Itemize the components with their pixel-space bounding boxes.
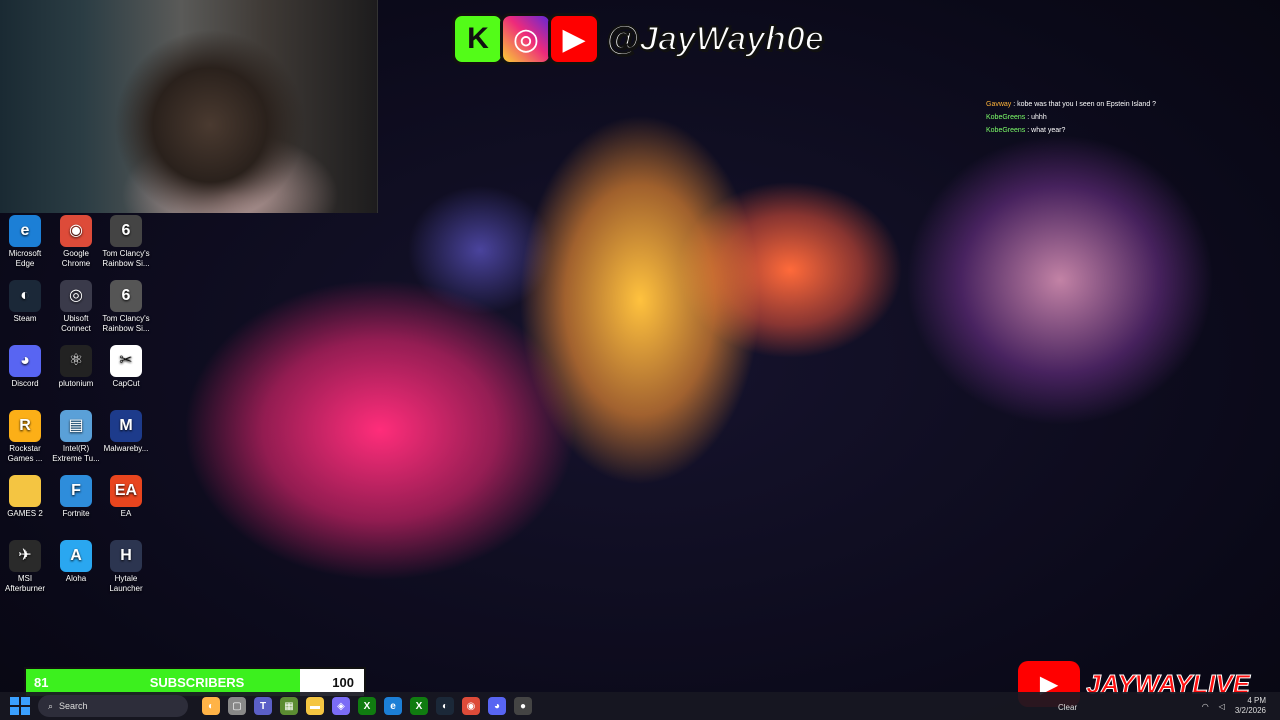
chat-username: KobeGreens	[986, 127, 1026, 134]
desktop-icon-label: Microsoft Edge	[8, 249, 42, 268]
volume-icon[interactable]: ◁	[1219, 702, 1225, 711]
webcam-overlay	[0, 0, 378, 213]
discord-icon: ◕	[9, 345, 41, 377]
copilot-icon[interactable]: ◈	[332, 697, 350, 715]
desktop-icon-label: Ubisoft Connect	[61, 314, 91, 333]
desktop-icon[interactable]: ✂ CapCut	[101, 345, 151, 389]
desktop-icon[interactable]: ◎ Ubisoft Connect	[51, 280, 101, 334]
desktop-icon[interactable]: H Hytale Launcher	[101, 540, 151, 594]
desktop-icon-label: Malwareby...	[103, 444, 149, 453]
desktop-icon-label: Tom Clancy's Rainbow Si...	[102, 314, 150, 333]
widgets-icon[interactable]: ◐	[202, 697, 220, 715]
instagram-logo-icon: ◎	[500, 13, 552, 65]
plutonium-icon: ⚛	[60, 345, 92, 377]
xbox-icon[interactable]: X	[410, 697, 428, 715]
rainbow-six-icon: 6	[110, 215, 142, 247]
chat-overlay: Gavway : kobe was that you I seen on Eps…	[986, 98, 1226, 137]
desktop-icon-label: CapCut	[112, 379, 140, 388]
folder-icon	[9, 475, 41, 507]
chat-username: Gavway	[986, 101, 1012, 108]
desktop-icon-label: plutonium	[58, 379, 94, 388]
ubisoft-icon: ◎	[60, 280, 92, 312]
chat-text: : kobe was that you I seen on Epstein Is…	[1011, 101, 1157, 108]
desktop-icon[interactable]: EA EA	[101, 475, 151, 519]
desktop-icon-label: Aloha	[65, 574, 87, 583]
intel-xtu-icon: ▤	[60, 410, 92, 442]
ea-icon: EA	[110, 475, 142, 507]
system-tray: ◠ ◁ 4 PM 3/2/2026	[1202, 696, 1266, 716]
desktop-icon[interactable]: ✈ MSI Afterburner	[0, 540, 50, 594]
task-view-icon[interactable]: ▢	[228, 697, 246, 715]
file-explorer-icon[interactable]: ▬	[306, 697, 324, 715]
desktop-icon-label: EA	[120, 509, 132, 518]
desktop-icon[interactable]: ⚛ plutonium	[51, 345, 101, 389]
desktop-icon[interactable]: GAMES 2	[0, 475, 50, 519]
desktop-icon[interactable]: M Malwareby...	[101, 410, 151, 454]
search-icon: ⌕	[48, 700, 54, 711]
malwarebytes-icon: M	[110, 410, 142, 442]
kick-logo-icon: K	[452, 13, 504, 65]
desktop-icon-label: MSI Afterburner	[4, 574, 46, 593]
rockstar-icon: R	[9, 410, 41, 442]
desktop-icon[interactable]: ▤ Intel(R) Extreme Tu...	[51, 410, 101, 464]
edge-icon[interactable]: e	[384, 697, 402, 715]
desktop-icon[interactable]: 6 Tom Clancy's Rainbow Si...	[101, 280, 151, 334]
chat-message: Gavway : kobe was that you I seen on Eps…	[986, 98, 1226, 111]
rainbow-six-icon: 6	[110, 280, 142, 312]
steam-icon: ◐	[9, 280, 41, 312]
chat-message: KobeGreens : what year?	[986, 124, 1226, 137]
taskbar-search-input[interactable]: ⌕ Search	[38, 695, 188, 717]
clock-time: 4 PM	[1247, 696, 1266, 705]
msi-afterburner-icon: ✈	[9, 540, 41, 572]
chat-text: : what year?	[1025, 127, 1066, 134]
taskbar-apps: ◐ ▢ T ▦ ▬ ◈ Xe X ◐ ◉ ◕ ●	[202, 697, 532, 715]
chat-username: KobeGreens	[986, 114, 1026, 121]
chrome-icon[interactable]: ◉	[462, 697, 480, 715]
windows-start-icon[interactable]	[8, 695, 30, 717]
desktop-icon[interactable]: A Aloha	[51, 540, 101, 584]
desktop-icon-label: Google Chrome	[61, 249, 91, 268]
desktop-icon-label: Steam	[13, 314, 37, 323]
desktop-icon[interactable]: ◐ Steam	[0, 280, 50, 324]
chat-message: KobeGreens : uhhh	[986, 111, 1226, 124]
wifi-icon[interactable]: ◠	[1202, 702, 1209, 711]
hytale-icon: H	[110, 540, 142, 572]
social-handle: @JayWayh0e	[605, 19, 825, 59]
desktop-icon-label: Fortnite	[62, 509, 90, 518]
discord-icon[interactable]: ◕	[488, 697, 506, 715]
chrome-icon: ◉	[60, 215, 92, 247]
youtube-logo-icon: ▶	[548, 13, 600, 65]
capcut-icon: ✂	[110, 345, 142, 377]
obs-icon[interactable]: ●	[514, 697, 532, 715]
desktop-icon-label: Intel(R) Extreme Tu...	[52, 444, 100, 463]
taskbar: ⌕ Search ◐ ▢ T ▦ ▬ ◈ Xe X ◐ ◉ ◕ ● ◠ ◁ 4 PM 3/2/2026	[0, 692, 1280, 720]
aloha-icon: A	[60, 540, 92, 572]
minecraft-icon[interactable]: ▦	[280, 697, 298, 715]
desktop-icon[interactable]: ◕ Discord	[0, 345, 50, 389]
fortnite-icon: F	[60, 475, 92, 507]
social-brand-bar: K ◎ ▶ @JayWayh0e	[452, 12, 832, 66]
desktop-icon-label: Tom Clancy's Rainbow Si...	[102, 249, 150, 268]
desktop-icon[interactable]: e Microsoft Edge	[0, 215, 50, 269]
edge-icon: e	[9, 215, 41, 247]
xbox-icon[interactable]: X	[358, 697, 376, 715]
steam-icon[interactable]: ◐	[436, 697, 454, 715]
taskbar-clock[interactable]: 4 PM 3/2/2026	[1235, 696, 1266, 716]
subscriber-goal: 100	[332, 675, 354, 690]
teams-icon[interactable]: T	[254, 697, 272, 715]
subscriber-label: SUBSCRIBERS	[149, 675, 245, 690]
desktop-icon-label: GAMES 2	[7, 509, 43, 518]
clock-date: 3/2/2026	[1234, 706, 1266, 715]
desktop-icon-label: Discord	[11, 379, 39, 388]
desktop-icon[interactable]: R Rockstar Games ...	[0, 410, 50, 464]
search-placeholder: Search	[59, 701, 88, 711]
desktop-icon-label: Hytale Launcher	[109, 574, 143, 593]
desktop-icon-label: Rockstar Games ...	[7, 444, 43, 463]
chat-text: : uhhh	[1025, 114, 1047, 121]
desktop-icon[interactable]: 6 Tom Clancy's Rainbow Si...	[101, 215, 151, 269]
desktop-icon[interactable]: F Fortnite	[51, 475, 101, 519]
desktop-icon[interactable]: ◉ Google Chrome	[51, 215, 101, 269]
weather-widget[interactable]: Clear	[1058, 703, 1077, 712]
